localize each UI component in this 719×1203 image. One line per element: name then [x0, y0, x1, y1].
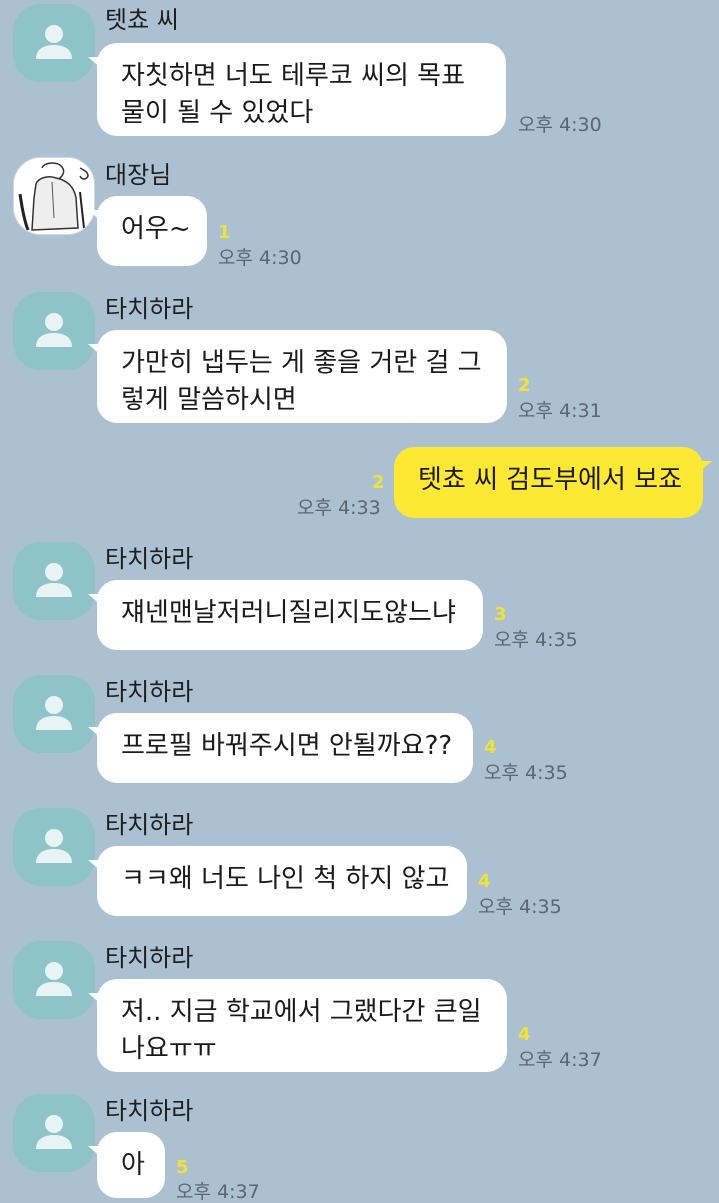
- unread-count: 4: [518, 1024, 531, 1045]
- message-line: 자칫하면 너도 테루코 씨의 목표: [121, 61, 466, 91]
- message-line: 나요ㅠㅠ: [121, 1034, 217, 1064]
- message-time: 오후 4:30: [218, 247, 302, 269]
- person-silhouette-icon: [36, 1115, 72, 1149]
- sender-name: 타치하라: [105, 944, 194, 972]
- avatar-default[interactable]: [13, 675, 95, 753]
- person-silhouette-icon: [36, 962, 72, 996]
- message-bubble[interactable]: 프로필 바꿔주시면 안될까요??: [88, 713, 473, 783]
- message-bubble[interactable]: 저.. 지금 학교에서 그랬다간 큰일 나요ㅠㅠ: [88, 979, 507, 1072]
- message-line: 물이 될 수 있었다: [121, 98, 314, 128]
- sender-name: 타치하라: [105, 811, 194, 839]
- avatar-default[interactable]: [13, 292, 95, 370]
- message-line: 텟쵸 씨 검도부에서 보죠: [418, 465, 682, 495]
- message-line: 프로필 바꿔주시면 안될까요??: [121, 731, 453, 761]
- message-time: 오후 4:35: [478, 896, 562, 918]
- message-line: 어우~: [121, 214, 191, 244]
- message-bubble[interactable]: 아: [88, 1132, 165, 1198]
- message-line: 저.. 지금 학교에서 그랬다간 큰일: [121, 997, 482, 1027]
- person-silhouette-icon: [36, 25, 72, 59]
- person-silhouette-icon: [36, 829, 72, 863]
- avatar-default[interactable]: [13, 4, 95, 82]
- sender-name: 타치하라: [105, 678, 194, 706]
- unread-count: 4: [478, 871, 491, 892]
- message-line: 아: [121, 1150, 145, 1180]
- sketch-drawing-avatar: [14, 158, 94, 234]
- message-time: 오후 4:31: [518, 400, 602, 422]
- message-bubble[interactable]: 자칫하면 너도 테루코 씨의 목표 물이 될 수 있었다: [88, 43, 506, 136]
- message-line: 쟤넨맨날저러니질리지도않느냐: [121, 598, 456, 628]
- person-silhouette-icon: [36, 696, 72, 730]
- message-bubble[interactable]: 가만히 냅두는 게 좋을 거란 걸 그 렇게 말씀하시면: [88, 330, 507, 423]
- message-bubble[interactable]: 쟤넨맨날저러니질리지도않느냐: [88, 580, 483, 650]
- sender-name: 텟쵸 씨: [105, 6, 179, 34]
- message-time: 오후 4:30: [518, 114, 602, 136]
- sender-name: 타치하라: [105, 1097, 194, 1125]
- sender-name: 대장님: [105, 161, 172, 189]
- avatar-default[interactable]: [13, 808, 95, 886]
- unread-count: 2: [372, 472, 385, 493]
- person-silhouette-icon: [36, 313, 72, 347]
- sender-name: 타치하라: [105, 295, 194, 323]
- avatar-default[interactable]: [13, 1094, 95, 1172]
- message-line: 가만히 냅두는 게 좋을 거란 걸 그: [121, 348, 482, 378]
- unread-count: 2: [518, 375, 531, 396]
- message-time: 오후 4:33: [297, 497, 381, 519]
- avatar-default[interactable]: [13, 941, 95, 1019]
- message-time: 오후 4:37: [518, 1049, 602, 1071]
- message-bubble[interactable]: 어우~: [88, 196, 207, 266]
- avatar-default[interactable]: [13, 542, 95, 620]
- unread-count: 4: [484, 737, 497, 758]
- my-message-bubble[interactable]: 텟쵸 씨 검도부에서 보죠: [394, 447, 712, 518]
- message-time: 오후 4:35: [494, 629, 578, 651]
- message-bubble[interactable]: ㅋㅋ왜 너도 나인 척 하지 않고: [88, 846, 467, 916]
- message-line: ㅋㅋ왜 너도 나인 척 하지 않고: [121, 864, 450, 894]
- avatar-custom[interactable]: [13, 157, 95, 235]
- sender-name: 타치하라: [105, 545, 194, 573]
- person-silhouette-icon: [36, 563, 72, 597]
- message-line: 렇게 말씀하시면: [121, 385, 297, 415]
- unread-count: 1: [218, 222, 231, 243]
- unread-count: 3: [494, 604, 507, 625]
- unread-count: 5: [176, 1157, 189, 1178]
- message-time: 오후 4:35: [484, 762, 568, 784]
